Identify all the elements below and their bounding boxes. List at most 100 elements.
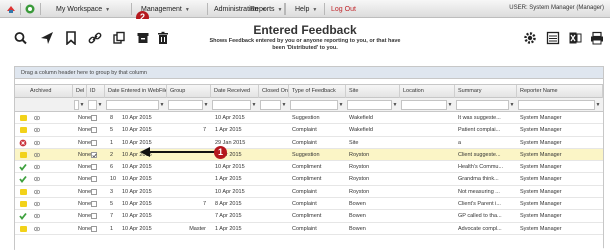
column-filter-input[interactable] [401, 100, 447, 110]
caret-down-icon: ▼ [105, 7, 111, 13]
column-header[interactable]: Del [73, 85, 87, 98]
cell-id: 2 [110, 151, 114, 158]
table-row[interactable]: 5 None 10 Apr 2015 7 8 Apr 2015 Complaint Bowe… [15, 198, 603, 211]
cell-id: 8 [110, 115, 114, 121]
filter-dropdown-icon[interactable]: ▼ [392, 101, 398, 109]
menu-my-workspace[interactable]: My Workspace ▼ [56, 4, 110, 15]
table-row[interactable]: 10 None 10 Apr 2015 1 Apr 2015 Compliment Roy… [15, 173, 603, 186]
filter-dropdown-icon[interactable]: ▼ [338, 101, 344, 109]
home-icon[interactable] [25, 4, 35, 14]
list-view-icon[interactable] [546, 31, 560, 45]
column-header[interactable]: Reporter Name [517, 85, 603, 98]
column-header[interactable]: Summary [455, 85, 517, 98]
cell-type: Compliment [292, 176, 322, 183]
column-filter-input[interactable] [456, 100, 509, 110]
filter-dropdown-icon[interactable]: ▼ [251, 101, 257, 109]
column-header[interactable]: Location [400, 85, 455, 98]
table-row[interactable]: 8 None 10 Apr 2015 10 Apr 2015 Suggestion Wak… [15, 112, 603, 125]
column-filter-input[interactable] [347, 100, 392, 110]
column-filter-input[interactable] [518, 100, 595, 110]
link-icon[interactable] [88, 31, 102, 45]
filter-dropdown-icon[interactable]: ▼ [447, 101, 453, 109]
view-eye-icon[interactable] [33, 201, 41, 207]
menu-reports[interactable]: Reports ▼ [250, 4, 282, 15]
logout-link[interactable]: Log Out [331, 4, 356, 15]
menu-help[interactable]: Help ▼ [295, 4, 317, 15]
cell-date-entered: 10 Apr 2015 [122, 127, 152, 134]
column-header[interactable]: Site [346, 85, 400, 98]
filter-dropdown-icon[interactable]: ▼ [79, 101, 85, 109]
column-header[interactable]: ID [87, 85, 105, 98]
cell-site: Royston [349, 176, 370, 183]
column-header[interactable]: Type of Feedback [289, 85, 346, 98]
export-excel-icon[interactable] [568, 31, 582, 45]
column-header[interactable]: Group [167, 85, 211, 98]
cell-group: 7 [202, 201, 206, 208]
cell-date-received: 7 Apr 2015 [215, 213, 242, 220]
table-row[interactable]: 2 None 10 Apr 2015 8 Apr 2015 Suggestion Roys… [15, 148, 603, 162]
cell-id: 5 [110, 201, 114, 208]
cell-site: Wakefield [349, 127, 373, 134]
column-filter-input[interactable] [106, 100, 159, 110]
group-by-drop-zone[interactable]: Drag a column header here to group by th… [15, 67, 603, 79]
view-eye-icon[interactable] [33, 213, 41, 219]
cell-site: Bowen [349, 201, 366, 208]
cell-del: None [78, 164, 92, 171]
filter-dropdown-icon[interactable]: ▼ [203, 101, 209, 109]
filter-dropdown-icon[interactable]: ▼ [159, 101, 165, 109]
column-header[interactable]: Archived [27, 85, 73, 98]
cell-date-received: 10 Apr 2015 [215, 115, 245, 121]
column-filter-input[interactable] [168, 100, 203, 110]
bookmark-icon[interactable] [64, 31, 78, 46]
menu-management[interactable]: Management ▼ [141, 4, 190, 15]
settings-gear-icon[interactable] [523, 31, 537, 45]
table-row[interactable]: 1 None 10 Apr 2015 Master 1 Apr 2015 Complain… [15, 222, 603, 235]
cell-summary: Health's Commu... [458, 164, 504, 171]
filter-dropdown-icon[interactable]: ▼ [509, 101, 515, 109]
column-header[interactable]: Closed On [259, 85, 289, 98]
view-eye-icon[interactable] [33, 140, 41, 146]
column-filter-input[interactable] [88, 100, 97, 110]
cell-del: None [78, 115, 92, 121]
cell-group [165, 173, 209, 185]
view-eye-icon[interactable] [33, 115, 41, 121]
menu-separator [324, 3, 325, 15]
table-row[interactable]: 7 None 10 Apr 2015 7 Apr 2015 Compliment Bowe… [15, 210, 603, 223]
callout-arrow-icon [140, 147, 216, 157]
delete-icon[interactable] [156, 31, 170, 45]
app-logo-icon[interactable] [6, 4, 16, 14]
cell-type: Complaint [292, 188, 317, 195]
table-row[interactable]: 3 None 10 Apr 2015 10 Apr 2015 Complaint Roys… [15, 185, 603, 199]
print-icon[interactable] [590, 31, 604, 45]
search-feedback-icon[interactable] [14, 31, 28, 45]
filter-dropdown-icon[interactable]: ▼ [97, 101, 103, 109]
callout-badge-1: 1 [214, 146, 227, 159]
table-row[interactable]: 5 None 10 Apr 2015 7 1 Apr 2015 Complaint Wake… [15, 124, 603, 137]
cell-type: Complaint [292, 139, 317, 146]
view-eye-icon[interactable] [33, 164, 41, 170]
cell-reporter: System Manager [520, 151, 562, 158]
cell-summary: GP called to tha... [458, 213, 502, 220]
table-row[interactable]: 1 None 10 Apr 2015 29 Jan 2015 Complaint Site… [15, 136, 603, 149]
column-filter-input[interactable] [212, 100, 251, 110]
table-row[interactable]: 6 None 10 Apr 2015 10 Apr 2015 Compliment Roy… [15, 161, 603, 174]
view-eye-icon[interactable] [33, 189, 41, 195]
view-eye-icon[interactable] [33, 127, 41, 133]
column-filter-input[interactable] [260, 100, 281, 110]
cell-reporter: System Manager [520, 127, 562, 134]
send-icon[interactable] [40, 31, 54, 45]
filter-dropdown-icon[interactable]: ▼ [281, 101, 287, 109]
archive-icon[interactable] [136, 31, 150, 45]
column-header[interactable]: Date Received [211, 85, 259, 98]
filter-dropdown-icon[interactable]: ▼ [595, 101, 601, 109]
column-filter-input[interactable] [290, 100, 338, 110]
cell-type: Complaint [292, 225, 317, 232]
column-header[interactable]: Date Entered in WebFile [105, 85, 167, 98]
view-eye-icon[interactable] [33, 226, 41, 232]
view-eye-icon[interactable] [33, 152, 41, 158]
copy-icon[interactable] [112, 31, 126, 45]
cell-del: None [78, 151, 92, 158]
cell-site: Bowen [349, 225, 366, 232]
menu-separator [40, 3, 41, 15]
view-eye-icon[interactable] [33, 176, 41, 182]
